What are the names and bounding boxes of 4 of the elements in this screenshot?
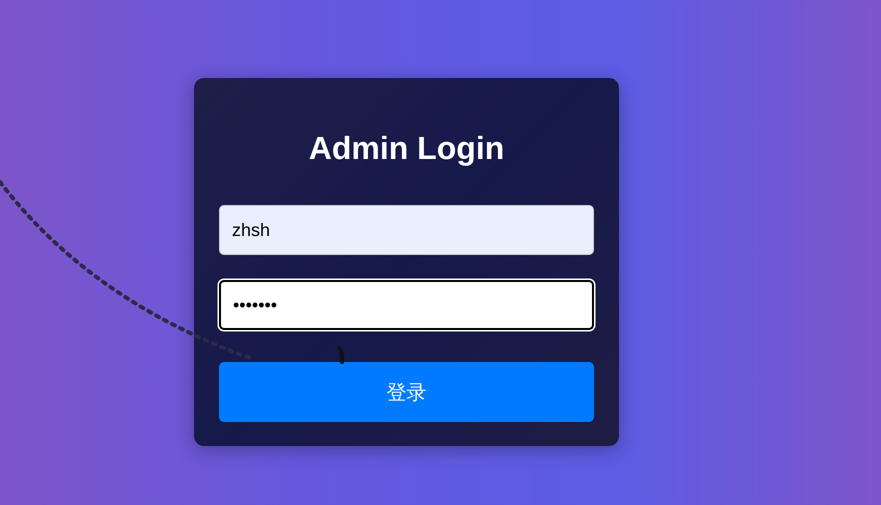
login-title: Admin Login (308, 129, 506, 167)
password-field[interactable]: ••••••• (219, 280, 594, 330)
username-field[interactable]: zhsh (219, 205, 594, 255)
login-button[interactable]: 登录 (219, 362, 594, 422)
